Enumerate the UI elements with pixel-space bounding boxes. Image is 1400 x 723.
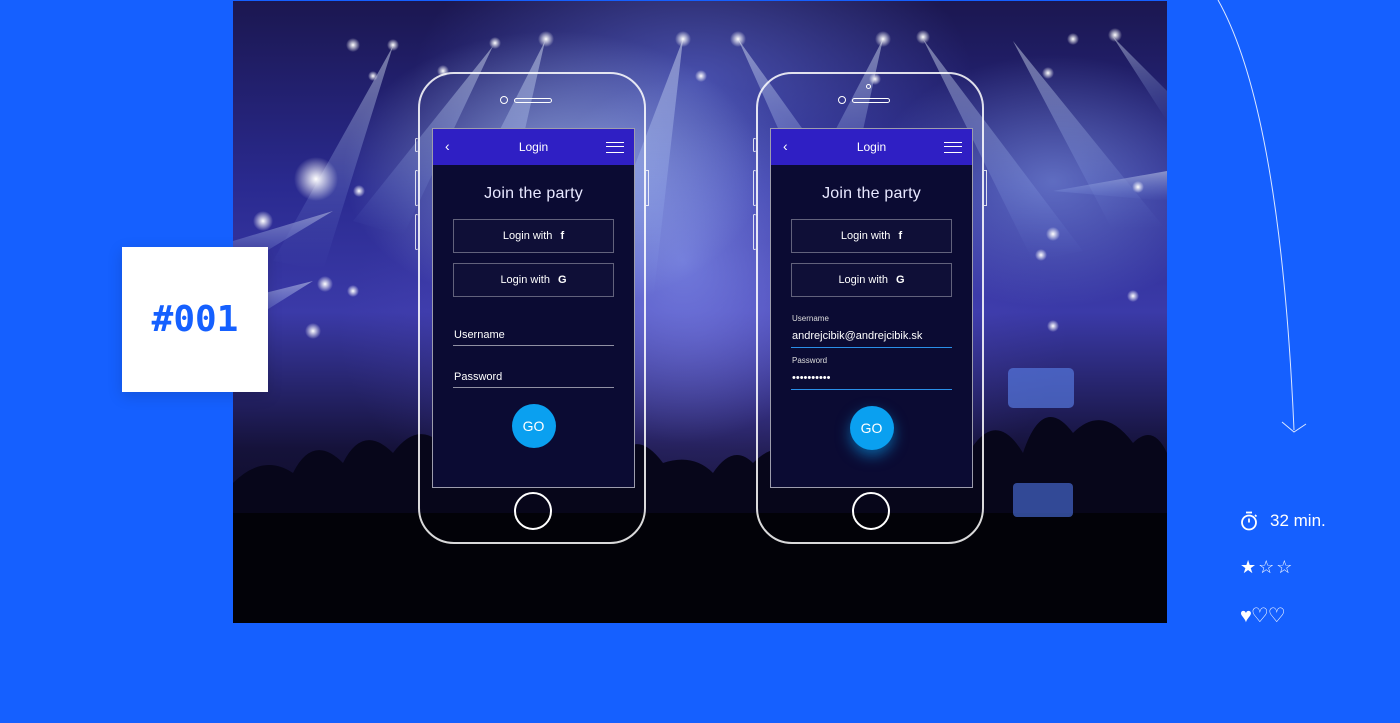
google-login-button[interactable]: Login with G	[453, 263, 614, 297]
google-icon: G	[895, 274, 905, 286]
earpiece-speaker	[852, 98, 890, 103]
number-badge: #001	[122, 247, 268, 392]
username-label: Username	[792, 314, 829, 323]
power-button	[984, 170, 987, 206]
facebook-login-label: Login with	[840, 230, 891, 242]
screen-heading: Join the party	[822, 185, 921, 202]
username-placeholder: Username	[454, 329, 505, 341]
stopwatch-icon	[1241, 511, 1258, 531]
hamburger-menu-icon[interactable]	[606, 142, 624, 153]
password-field[interactable]: Password ••••••••••	[791, 356, 952, 390]
curved-arrow-icon	[1217, 0, 1307, 433]
front-camera	[838, 96, 846, 104]
google-icon: G	[557, 274, 567, 286]
badge-number: #001	[151, 299, 239, 340]
phone-mockup-empty: ‹ Login Join the party Login with f Logi…	[415, 72, 649, 544]
app-bar-title: Login	[518, 140, 549, 154]
back-arrow-icon[interactable]: ‹	[445, 138, 450, 154]
password-placeholder: Password	[454, 371, 503, 383]
facebook-login-button[interactable]: Login with f	[453, 219, 614, 253]
likes-rating: ♥♡♡	[1240, 605, 1286, 627]
volume-down-button	[415, 214, 418, 250]
facebook-login-label: Login with	[502, 230, 553, 242]
facebook-icon: f	[560, 230, 565, 242]
volume-up-button	[415, 170, 418, 206]
app-bar-title: Login	[856, 140, 887, 154]
hamburger-menu-icon[interactable]	[944, 142, 962, 153]
earpiece-speaker	[514, 98, 552, 103]
front-camera	[500, 96, 508, 104]
facebook-login-button[interactable]: Login with f	[791, 219, 952, 253]
go-button[interactable]: GO	[849, 406, 894, 450]
password-label: Password	[792, 356, 828, 365]
duration-text: 32 min.	[1270, 511, 1326, 530]
password-field[interactable]: Password	[453, 366, 614, 388]
home-button	[852, 492, 890, 530]
volume-down-button	[753, 214, 756, 250]
login-screen-filled: ‹ Login Join the party Login with f Logi…	[770, 128, 973, 488]
google-login-label: Login with	[838, 274, 888, 286]
facebook-icon: f	[898, 230, 903, 242]
google-login-label: Login with	[500, 274, 550, 286]
username-value: andrejcibik@andrejcibik.sk	[792, 330, 923, 342]
login-screen: ‹ Login Join the party Login with f Logi…	[432, 128, 635, 488]
back-arrow-icon[interactable]: ‹	[783, 138, 788, 154]
username-field[interactable]: Username andrejcibik@andrejcibik.sk	[791, 314, 952, 348]
username-field[interactable]: Username	[453, 324, 614, 346]
phone-mockup-filled: ‹ Login Join the party Login with f Logi…	[753, 72, 987, 544]
password-value: ••••••••••	[792, 372, 831, 384]
app-bar: ‹ Login	[433, 129, 634, 165]
crowd-silhouette	[233, 368, 1167, 623]
google-login-button[interactable]: Login with G	[791, 263, 952, 297]
duration-row: 32 min.	[1240, 511, 1326, 531]
difficulty-rating: ★☆☆	[1240, 557, 1295, 577]
volume-up-button	[753, 170, 756, 206]
proximity-sensor	[866, 84, 871, 89]
go-button[interactable]: GO	[511, 404, 556, 448]
concert-hero-image	[233, 1, 1167, 623]
mute-switch	[415, 138, 418, 152]
power-button	[646, 170, 649, 206]
app-bar: ‹ Login	[771, 129, 972, 165]
home-button	[514, 492, 552, 530]
mute-switch	[753, 138, 756, 152]
screen-heading: Join the party	[484, 185, 583, 202]
